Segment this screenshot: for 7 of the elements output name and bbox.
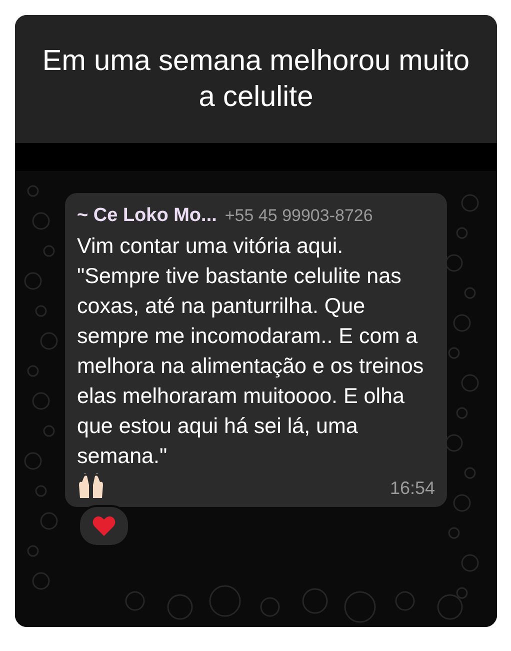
- heart-icon: [92, 515, 116, 537]
- sender-phone: +55 45 99903-8726: [224, 206, 373, 226]
- message-time: 16:54: [390, 478, 435, 499]
- message-text: Vim contar uma vitória aqui. "Sempre tive bastante celulite nas coxas, até na panturrilha. Que sempre me incomodaram.. E com a melhora na alimentação e os treinos elas melhoraram muitoooo. E olha que estou aqui há sei lá, uma semana.": [77, 233, 425, 470]
- caption-title: Em uma semana melhorou muito a celulite: [41, 44, 471, 115]
- raised-hands-icon: [77, 473, 105, 499]
- sender-name: ~ Ce Loko Mo...: [77, 205, 217, 227]
